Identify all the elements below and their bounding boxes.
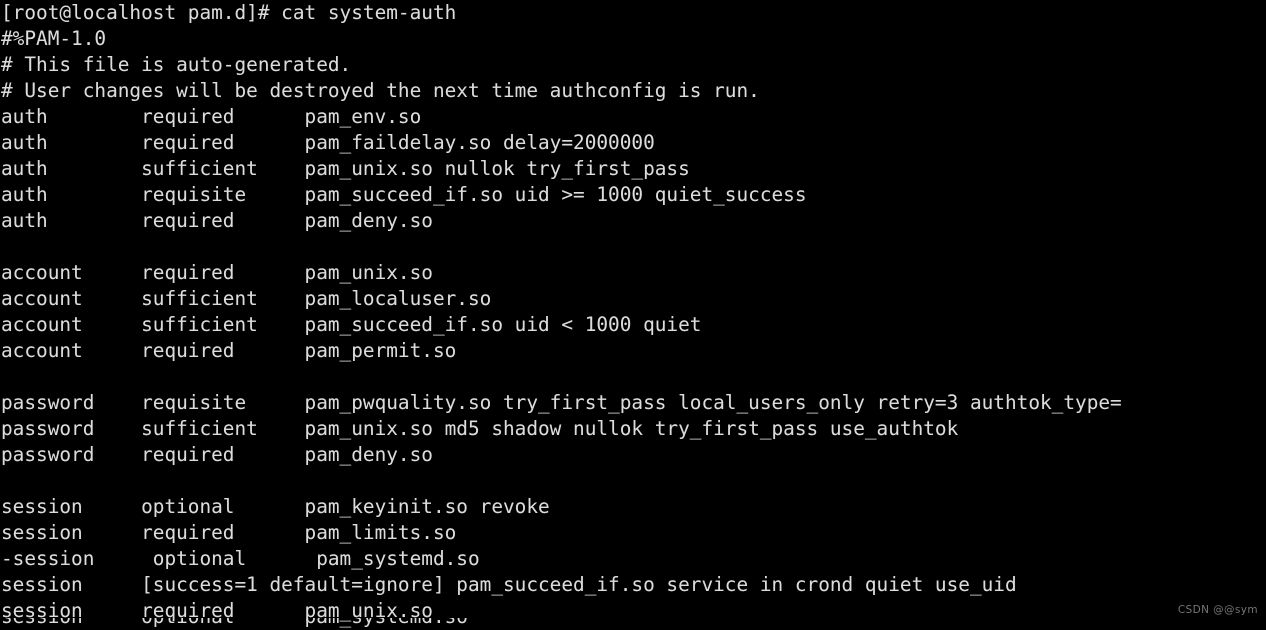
terminal-line-auth-env: auth required pam_env.so [1, 105, 422, 128]
terminal-line-auth-unix: auth sufficient pam_unix.so nullok try_f… [1, 157, 690, 180]
terminal-line-account-succeed-if: account sufficient pam_succeed_if.so uid… [1, 313, 702, 336]
terminal-line-session-limits: session required pam_limits.so [1, 521, 457, 544]
terminal-screen: [root@localhost pam.d]# cat system-auth … [0, 0, 1266, 624]
terminal-line-pam-version: #%PAM-1.0 [1, 27, 107, 50]
terminal-line-account-localuser: account sufficient pam_localuser.so [1, 287, 492, 310]
terminal-line-blank-2 [0, 364, 1266, 390]
terminal-line-auth-deny: auth required pam_deny.so [1, 209, 433, 232]
terminal-line-partial-bottom: session optional pam_systemd.so [0, 618, 1266, 630]
terminal-line-account-permit: account required pam_permit.so [1, 339, 457, 362]
terminal-line-account-unix: account required pam_unix.so [1, 261, 433, 284]
terminal-line-password-deny: password required pam_deny.so [1, 443, 433, 466]
terminal-line-password-unix: password sufficient pam_unix.so md5 shad… [1, 417, 959, 440]
terminal-line-session-keyinit: session optional pam_keyinit.so revoke [1, 495, 550, 518]
terminal-line-prompt: [root@localhost pam.d]# cat system-auth [1, 1, 457, 24]
terminal-line-auth-faildelay: auth required pam_faildelay.so delay=200… [1, 131, 655, 154]
terminal-line-password-pwquality: password requisite pam_pwquality.so try_… [1, 391, 1122, 414]
terminal-line-comment-userchanges: # User changes will be destroyed the nex… [1, 79, 760, 102]
terminal-line-blank-1 [0, 234, 1266, 260]
terminal-line-blank-3 [0, 468, 1266, 494]
terminal-window[interactable]: [root@localhost pam.d]# cat system-auth … [0, 0, 1266, 630]
terminal-partial-text: session optional pam_systemd.so [0, 618, 468, 630]
terminal-line-auth-succeed-if: auth requisite pam_succeed_if.so uid >= … [1, 183, 807, 206]
terminal-line-comment-autogen: # This file is auto-generated. [1, 53, 352, 76]
terminal-line-session-systemd: -session optional pam_systemd.so [1, 547, 480, 570]
terminal-line-session-succeed-if: session [success=1 default=ignore] pam_s… [1, 573, 1017, 596]
